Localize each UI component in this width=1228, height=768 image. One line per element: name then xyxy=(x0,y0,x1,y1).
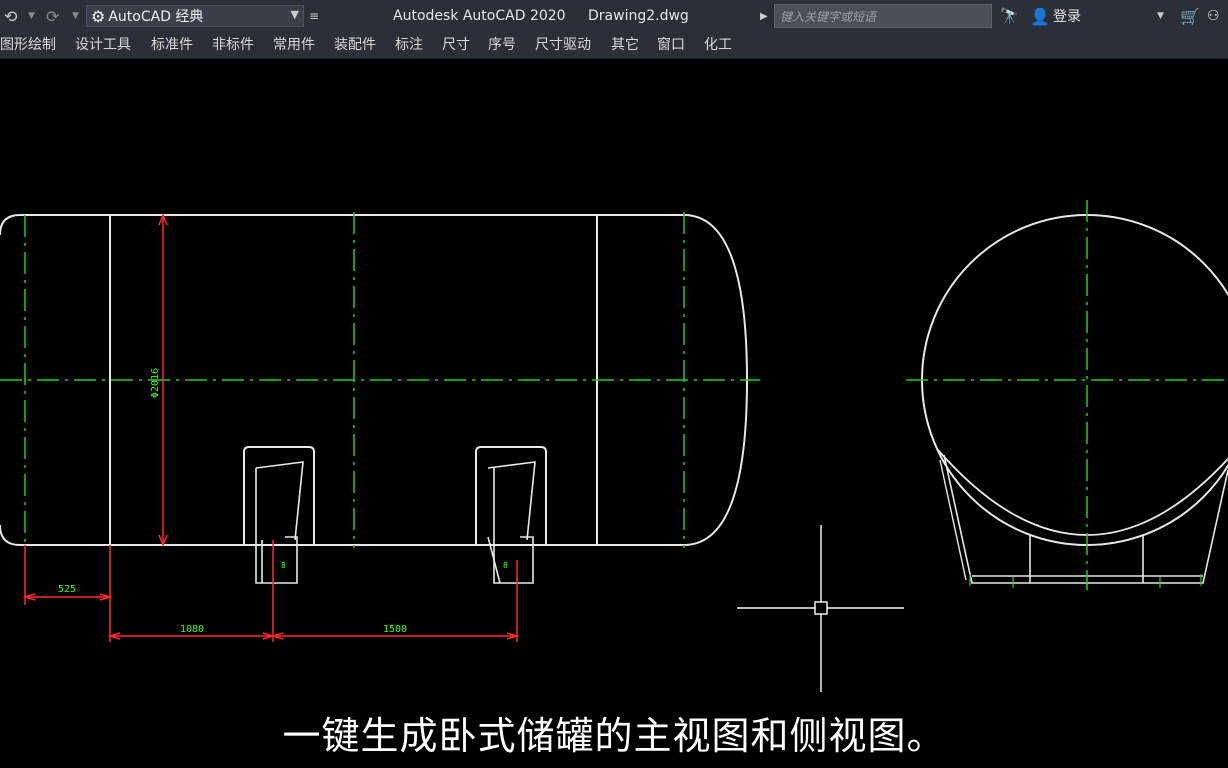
centerlines-front xyxy=(0,212,760,548)
expand-search-icon[interactable]: ▶ xyxy=(760,0,768,32)
centerlines-side xyxy=(906,200,1228,590)
user-icon[interactable]: 👤 xyxy=(1030,0,1050,32)
login-button[interactable]: 登录 xyxy=(1053,0,1081,32)
saddle-mark-left: 8 xyxy=(281,561,286,570)
dim-525-label: 525 xyxy=(58,584,76,595)
menu-common-parts[interactable]: 常用件 xyxy=(273,32,315,58)
menu-sequence[interactable]: 序号 xyxy=(488,32,516,58)
undo-icon[interactable]: ⟲ xyxy=(4,0,17,32)
login-dropdown-icon[interactable]: ▼ xyxy=(1157,0,1164,32)
workspace-label: AutoCAD 经典 xyxy=(108,9,204,25)
search-input[interactable]: 键入关键字或短语 xyxy=(774,4,992,28)
video-subtitle: 一键生成卧式储罐的主视图和侧视图。 xyxy=(282,714,946,758)
side-saddle xyxy=(937,449,1228,536)
undo-dropdown-icon[interactable]: ▼ xyxy=(28,0,35,32)
menu-assembly-parts[interactable]: 装配件 xyxy=(334,32,376,58)
menu-design-tools[interactable]: 设计工具 xyxy=(75,32,131,58)
dim-1080-label: 1080 xyxy=(180,624,204,635)
menu-annotate[interactable]: 标注 xyxy=(395,32,423,58)
search-placeholder: 键入关键字或短语 xyxy=(780,9,877,24)
menu-bar: 图形绘制 设计工具 标准件 非标件 常用件 装配件 标注 尺寸 序号 尺寸驱动 … xyxy=(0,32,1228,59)
customize-qat-icon[interactable]: ≡ xyxy=(309,0,319,32)
front-view xyxy=(0,214,749,584)
dimensions xyxy=(22,212,520,642)
cart-icon[interactable]: 🛒 xyxy=(1180,0,1200,32)
dim-diameter-label: Φ2016 xyxy=(150,368,161,398)
saddle-mark-right: 8 xyxy=(503,561,508,570)
menu-other[interactable]: 其它 xyxy=(611,32,639,58)
drawing-canvas[interactable]: Φ2016 525 1080 1500 8 8 xyxy=(0,59,1228,768)
crosshair-cursor xyxy=(737,525,904,692)
menu-chemical[interactable]: 化工 xyxy=(704,32,732,58)
menu-window[interactable]: 窗口 xyxy=(657,32,685,58)
dim-1500-label: 1500 xyxy=(383,624,407,635)
title-bar: ⟲ ▼ ⟳ ▼ ⚙ AutoCAD 经典 ▼ ≡ Autodesk AutoCA… xyxy=(0,0,1228,32)
redo-dropdown-icon[interactable]: ▼ xyxy=(72,0,79,32)
gear-icon: ⚙ xyxy=(91,6,106,26)
menu-standard-parts[interactable]: 标准件 xyxy=(151,32,193,58)
workspace-selector[interactable]: ⚙ AutoCAD 经典 ▼ xyxy=(86,5,304,27)
menu-dimension-drive[interactable]: 尺寸驱动 xyxy=(535,32,591,58)
menu-graphics-draw[interactable]: 图形绘制 xyxy=(0,32,56,58)
menu-nonstandard-parts[interactable]: 非标件 xyxy=(212,32,254,58)
help-network-icon[interactable]: ⚇ xyxy=(1207,0,1220,32)
app-title: Autodesk AutoCAD 2020 xyxy=(393,8,566,24)
binoculars-icon[interactable]: 🔭 xyxy=(1000,0,1019,32)
document-title: Drawing2.dwg xyxy=(588,8,689,24)
dimension-text: Φ2016 525 1080 1500 8 8 xyxy=(58,368,508,635)
redo-icon[interactable]: ⟳ xyxy=(46,0,59,32)
menu-dimension[interactable]: 尺寸 xyxy=(442,32,470,58)
chevron-down-icon: ▼ xyxy=(290,8,299,21)
side-view xyxy=(921,214,1228,584)
